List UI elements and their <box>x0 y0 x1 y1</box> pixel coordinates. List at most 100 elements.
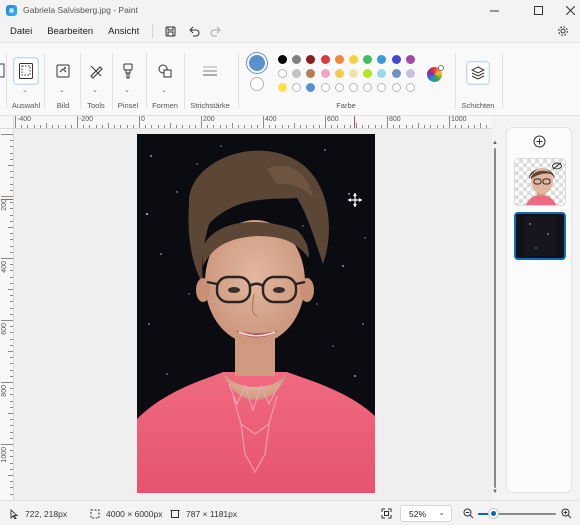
ruler-tick <box>387 116 388 128</box>
image-tool-button[interactable] <box>50 57 76 85</box>
palette-color-swatch[interactable] <box>292 83 302 92</box>
palette-color-swatch[interactable] <box>320 69 330 78</box>
ruler-tick <box>455 125 457 128</box>
maximize-button[interactable] <box>523 0 553 20</box>
portrait-image[interactable] <box>137 134 375 493</box>
stroke-width-icon <box>203 66 217 76</box>
zoom-slider-thumb[interactable] <box>488 509 498 518</box>
color-picker-button[interactable] <box>427 65 444 82</box>
palette-color-swatch[interactable] <box>292 69 302 78</box>
palette-color-swatch[interactable] <box>334 55 344 64</box>
palette-color-swatch[interactable] <box>278 83 287 92</box>
tools-button[interactable] <box>83 57 109 85</box>
menu-bearbeiten[interactable]: Bearbeiten <box>42 26 98 37</box>
palette-color-swatch[interactable] <box>306 69 316 78</box>
zoom-out-button[interactable] <box>463 501 474 525</box>
vertical-scrollbar[interactable]: ▲ ▼ <box>492 140 498 495</box>
zoom-dropdown[interactable]: 52% ⌄ <box>400 505 452 522</box>
palette-color-swatch[interactable] <box>320 55 330 64</box>
primary-color-swatch[interactable] <box>249 55 265 71</box>
palette-color-swatch[interactable] <box>363 83 373 92</box>
palette-color-swatch[interactable] <box>334 83 344 92</box>
palette-color-swatch[interactable] <box>349 55 358 64</box>
close-button[interactable] <box>555 0 580 20</box>
scrollbar-thumb[interactable] <box>494 148 496 488</box>
canvas-area[interactable] <box>14 129 492 500</box>
palette-color-swatch[interactable] <box>377 55 387 64</box>
palette-color-swatch[interactable] <box>278 69 287 78</box>
ruler-tick <box>461 125 463 128</box>
minimize-icon <box>489 10 499 11</box>
ruler-tick <box>89 125 91 128</box>
palette-color-swatch[interactable] <box>405 83 415 92</box>
fit-to-window-button[interactable] <box>381 501 392 525</box>
stroke-width-button[interactable] <box>197 57 223 85</box>
ruler-label: 1000 <box>451 116 467 123</box>
ruler-tick <box>10 363 13 365</box>
ruler-tick <box>10 369 13 371</box>
ruler-tick <box>10 456 13 458</box>
add-layer-button[interactable] <box>533 135 546 148</box>
brush-button[interactable] <box>115 57 141 85</box>
ruler-tick <box>10 481 13 483</box>
chevron-down-icon[interactable]: ⌄ <box>92 86 98 94</box>
ruler-tick <box>362 125 364 128</box>
ruler-label: 1000 <box>1 447 8 463</box>
chevron-down-icon[interactable]: ⌄ <box>22 86 28 94</box>
palette-color-swatch[interactable] <box>405 69 415 78</box>
scroll-down-icon[interactable]: ▼ <box>492 489 498 495</box>
ruler-tick <box>300 125 302 128</box>
minimize-button[interactable] <box>479 0 509 20</box>
palette-color-swatch[interactable] <box>377 83 387 92</box>
palette-color-swatch[interactable] <box>349 83 358 92</box>
ruler-tick <box>163 125 165 128</box>
ruler-tick <box>10 264 13 266</box>
palette-color-swatch[interactable] <box>391 83 401 92</box>
palette-color-swatch[interactable] <box>320 83 330 92</box>
palette-color-swatch[interactable] <box>391 55 401 64</box>
selection-tool-button[interactable] <box>13 57 39 85</box>
ruler-tick <box>238 125 240 128</box>
menu-datei[interactable]: Datei <box>5 26 37 37</box>
settings-button[interactable] <box>554 22 572 40</box>
palette-color-swatch[interactable] <box>405 55 415 64</box>
chevron-down-icon[interactable]: ⌄ <box>161 86 167 94</box>
ruler-tick <box>10 419 13 421</box>
ruler-tick <box>70 125 72 128</box>
palette-color-swatch[interactable] <box>306 55 316 64</box>
maximize-icon <box>533 5 543 15</box>
palette-color-swatch[interactable] <box>363 55 373 64</box>
undo-button[interactable] <box>185 22 203 40</box>
layer-portrait-thumbnail[interactable] <box>514 158 566 206</box>
save-icon <box>165 26 176 36</box>
ruler-tick <box>424 125 426 128</box>
secondary-color-swatch[interactable] <box>250 77 264 91</box>
menu-ansicht[interactable]: Ansicht <box>103 26 144 37</box>
palette-color-swatch[interactable] <box>306 83 316 92</box>
shapes-button[interactable] <box>152 57 178 85</box>
layers-button[interactable] <box>466 61 490 85</box>
scroll-up-icon[interactable]: ▲ <box>492 140 498 146</box>
eye-hidden-icon[interactable] <box>552 162 562 170</box>
redo-button[interactable] <box>207 22 225 40</box>
zoom-in-button[interactable] <box>561 501 572 525</box>
palette-color-swatch[interactable] <box>349 69 358 78</box>
palette-color-swatch[interactable] <box>363 69 373 78</box>
shapes-icon <box>158 64 172 78</box>
save-button[interactable] <box>161 22 179 40</box>
partial-tool-icon <box>0 63 5 78</box>
palette-color-swatch[interactable] <box>334 69 344 78</box>
group-pinsel: ⌄ Pinsel <box>114 43 142 117</box>
ruler-tick <box>393 125 395 128</box>
palette-color-swatch[interactable] <box>391 69 401 78</box>
zoom-slider[interactable] <box>478 509 556 518</box>
pencil-eraser-icon <box>90 65 103 79</box>
ruler-tick <box>219 125 221 128</box>
chevron-down-icon[interactable]: ⌄ <box>59 86 65 94</box>
palette-color-swatch[interactable] <box>292 55 302 64</box>
layer-background-thumbnail[interactable] <box>514 212 566 260</box>
palette-color-swatch[interactable] <box>278 55 287 64</box>
chevron-down-icon[interactable]: ⌄ <box>124 86 130 94</box>
ruler-tick <box>10 146 13 148</box>
palette-color-swatch[interactable] <box>377 69 387 78</box>
